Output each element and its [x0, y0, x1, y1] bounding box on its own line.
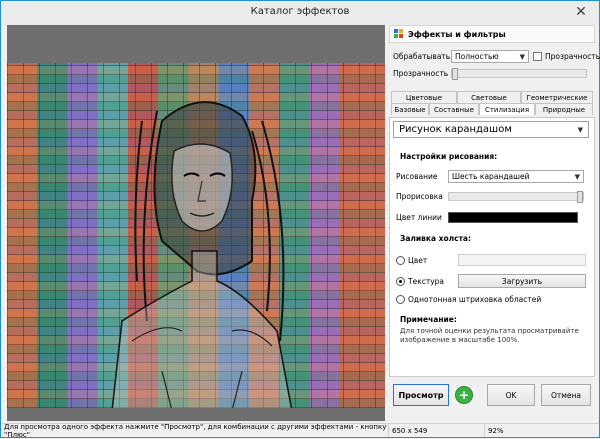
effect-select-value: Рисунок карандашом — [399, 124, 512, 135]
drawing-select[interactable]: Шесть карандашей ▼ — [448, 170, 584, 183]
tab-light[interactable]: Световые — [457, 91, 521, 103]
status-image-size: 650 x 549 — [389, 424, 485, 437]
color-fill-row: Цвет — [396, 254, 586, 266]
status-hint-text: Для просмотра одного эффекта нажмите "Пр… — [4, 422, 387, 439]
drawing-select-value: Шесть карандашей — [452, 172, 530, 181]
canvas-fill-title: Заливка холста: — [400, 234, 471, 243]
title-bar: Каталог эффектов ✕ — [1, 1, 599, 25]
transparency-checkbox-label: Прозрачность — [545, 52, 600, 61]
tab-geometric[interactable]: Геометрические — [521, 91, 593, 103]
hatch-row: Однотонная штриховка областей — [396, 295, 541, 304]
effects-catalog-window: Каталог эффектов ✕ Эффекты и фильтры Обр… — [0, 0, 600, 439]
fill-color-field — [458, 254, 586, 266]
texture-fill-row: Текстура Загрузить — [396, 274, 586, 288]
effect-select[interactable]: Рисунок карандашом ▼ — [393, 121, 589, 138]
color-radio-label: Цвет — [408, 255, 428, 265]
tab-basic[interactable]: Базовые — [391, 103, 429, 115]
drawing-settings-title: Настройки рисования: — [400, 152, 498, 161]
status-bar: Для просмотра одного эффекта нажмите "Пр… — [1, 422, 599, 439]
tabs-row-bottom: Базовые Составные Стилизация Природные — [391, 103, 593, 115]
opacity-label: Прозрачность — [393, 69, 449, 78]
effects-panel: Эффекты и фильтры Обрабатывать Полностью… — [389, 25, 600, 421]
tracing-label: Прорисовка — [396, 192, 443, 201]
opacity-row: Прозрачность — [393, 68, 587, 80]
note-text: Для точной оценки результата просматрива… — [400, 327, 579, 344]
tracing-slider[interactable] — [448, 191, 584, 203]
effects-icon — [394, 29, 403, 38]
tab-natural[interactable]: Природные — [535, 103, 593, 115]
chevron-down-icon: ▼ — [519, 52, 525, 61]
tab-composite[interactable]: Составные — [429, 103, 479, 115]
portrait-sketch — [111, 101, 293, 408]
plus-icon: + — [458, 388, 470, 402]
line-color-swatch[interactable] — [448, 212, 578, 223]
tab-stylization[interactable]: Стилизация — [479, 103, 535, 115]
line-color-label: Цвет линии — [396, 213, 442, 222]
chevron-down-icon: ▼ — [574, 172, 580, 181]
cancel-button[interactable]: Отмена — [541, 384, 591, 406]
preview-image — [7, 63, 385, 408]
tracing-slider-thumb[interactable] — [577, 191, 583, 203]
ok-button[interactable]: OK — [487, 384, 535, 406]
opacity-slider-thumb[interactable] — [452, 68, 458, 80]
preview-area — [7, 25, 385, 421]
status-hint: Для просмотра одного эффекта нажмите "Пр… — [1, 422, 389, 439]
load-texture-button[interactable]: Загрузить — [458, 274, 586, 288]
texture-radio-label: Текстура — [408, 276, 445, 286]
chevron-down-icon: ▼ — [577, 125, 583, 134]
drawing-row: Рисование Шесть карандашей ▼ — [396, 170, 584, 183]
effect-settings: Рисунок карандашом ▼ Настройки рисования… — [389, 117, 595, 377]
checkbox-box[interactable] — [533, 52, 542, 61]
tabs-row-top: Цветовые Световые Геометрические — [391, 91, 593, 103]
tracing-row: Прорисовка — [396, 191, 584, 203]
process-label: Обрабатывать — [393, 52, 451, 61]
bottom-buttons: Просмотр + OK Отмена — [389, 382, 595, 408]
process-select[interactable]: Полностью ▼ — [451, 50, 529, 63]
opacity-slider[interactable] — [451, 68, 587, 80]
tab-color[interactable]: Цветовые — [391, 91, 457, 103]
process-select-value: Полностью — [455, 52, 499, 61]
hatch-radio-label: Однотонная штриховка областей — [408, 295, 542, 304]
status-zoom: 92% — [488, 426, 504, 435]
note-title: Примечание: — [400, 315, 457, 324]
process-row: Обрабатывать Полностью ▼ Прозрачность — [393, 50, 600, 63]
window-title: Каталог эффектов — [250, 6, 350, 17]
panel-header: Эффекты и фильтры — [389, 25, 595, 43]
close-icon[interactable]: ✕ — [569, 3, 593, 21]
drawing-label: Рисование — [396, 172, 438, 181]
transparency-checkbox[interactable]: Прозрачность — [533, 52, 600, 61]
texture-radio[interactable] — [396, 276, 405, 286]
panel-title: Эффекты и фильтры — [408, 29, 506, 39]
hatch-radio[interactable] — [396, 295, 405, 304]
add-effect-button[interactable]: + — [455, 386, 473, 404]
line-color-row: Цвет линии — [396, 212, 578, 223]
color-radio[interactable] — [396, 255, 405, 265]
preview-button[interactable]: Просмотр — [393, 384, 449, 406]
